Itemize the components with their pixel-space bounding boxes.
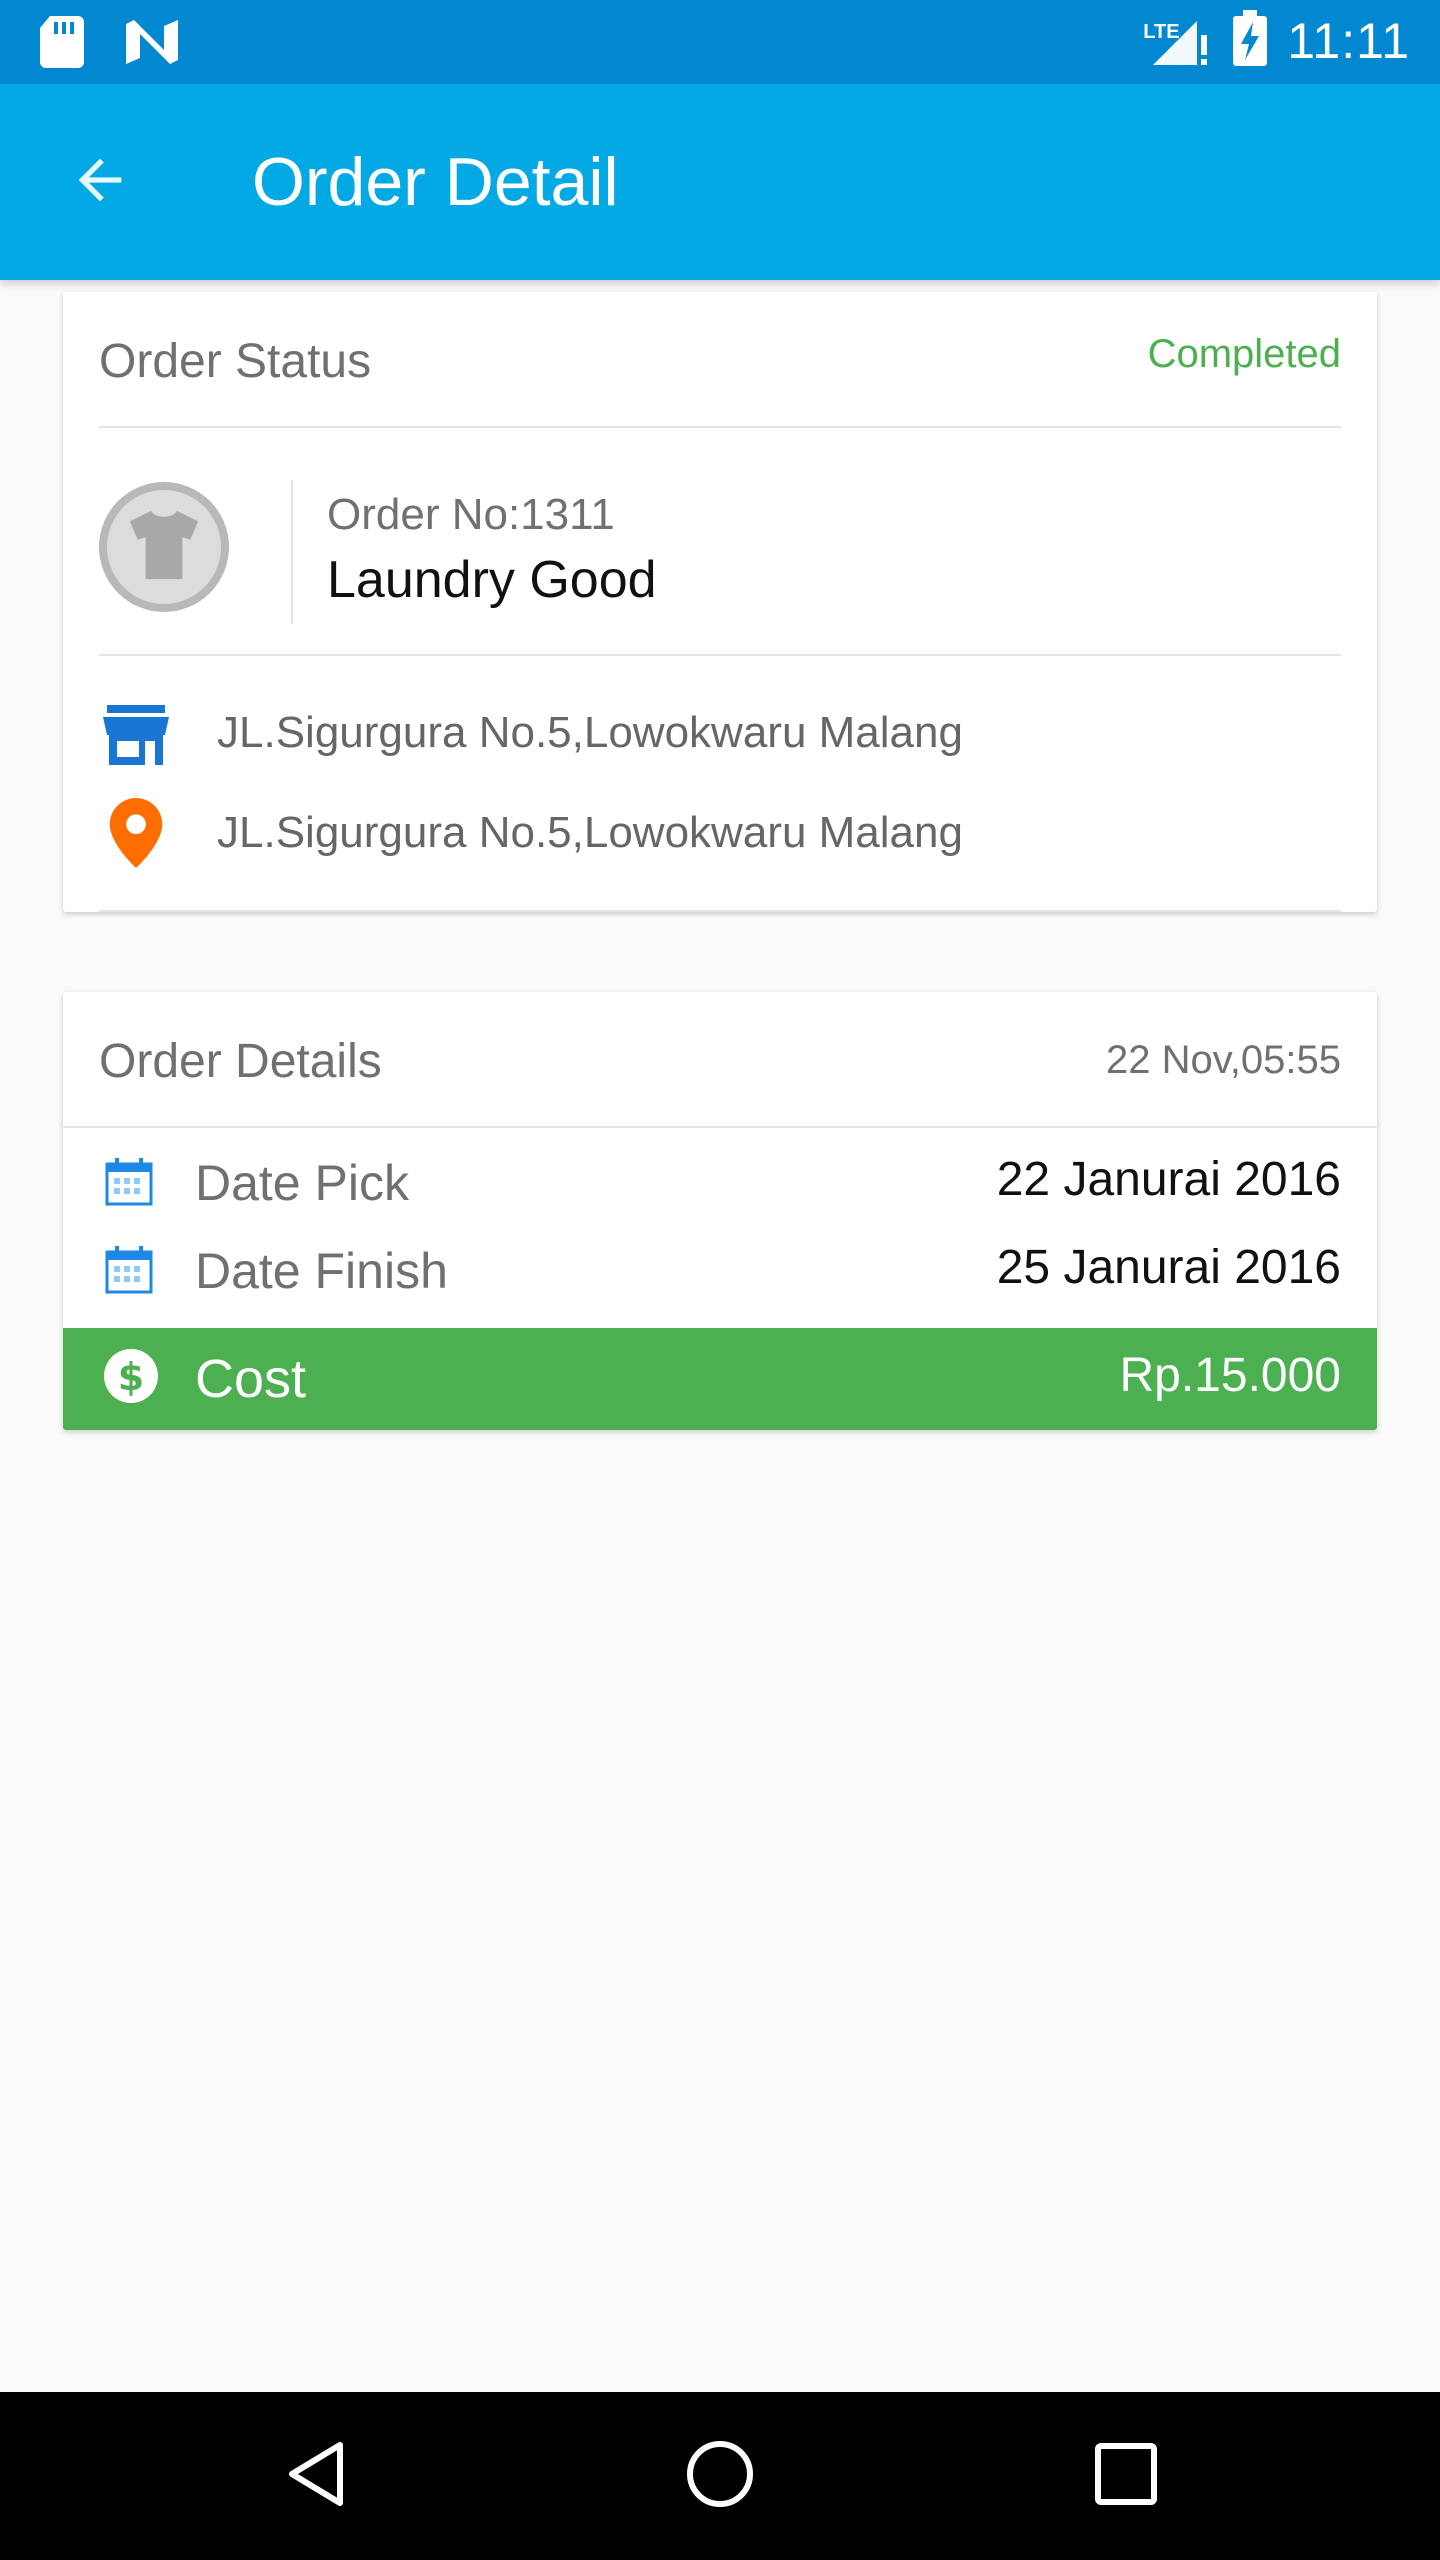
dollar-circle-icon: $ <box>103 1348 159 1404</box>
t-shirt-icon <box>122 503 206 592</box>
location-pin-icon <box>103 798 169 868</box>
divider <box>99 910 1341 912</box>
nav-home-button[interactable] <box>678 2434 762 2518</box>
nav-back-icon <box>284 2439 348 2514</box>
date-finish-label: Date Finish <box>195 1243 448 1299</box>
order-details-card: Order Details 22 Nov,05:55 Date Pick 22 … <box>63 992 1377 1430</box>
nav-back-button[interactable] <box>274 2434 358 2518</box>
store-icon <box>103 702 169 768</box>
page-title: Order Detail <box>252 144 619 220</box>
clock: 11:11 <box>1287 12 1410 69</box>
date-pick-value: 22 Janurai 2016 <box>996 1153 1341 1206</box>
order-status-label: Order Status <box>99 335 372 388</box>
status-badge: Completed <box>1147 332 1341 376</box>
n-logo-icon <box>124 20 180 69</box>
divider <box>63 1126 1377 1128</box>
sd-card-icon <box>40 16 84 73</box>
avatar-separator <box>291 480 293 624</box>
svg-text:$: $ <box>118 1355 144 1399</box>
calendar-icon <box>105 1158 153 1206</box>
shop-address: JL.Sigurgura No.5,Lowokwaru Malang <box>217 708 963 757</box>
order-details-label: Order Details <box>99 1035 382 1088</box>
nav-home-icon <box>685 2439 755 2514</box>
nav-recents-button[interactable] <box>1084 2434 1168 2518</box>
divider <box>99 426 1341 428</box>
calendar-icon <box>105 1246 153 1294</box>
back-button[interactable] <box>60 142 140 222</box>
app-bar: Order Detail <box>0 84 1440 280</box>
cost-bar: $ Cost Rp.15.000 <box>63 1328 1377 1430</box>
cost-value: Rp.15.000 <box>1119 1349 1341 1402</box>
order-date: 22 Nov,05:55 <box>1106 1038 1341 1082</box>
battery-icon <box>1233 10 1268 71</box>
date-finish-value: 25 Janurai 2016 <box>996 1241 1341 1294</box>
signal-icon: LTE <box>1143 13 1213 69</box>
order-number: Order No:1311 <box>327 490 615 539</box>
navigation-bar <box>0 2392 1440 2560</box>
arrow-back-icon <box>68 148 132 217</box>
delivery-address: JL.Sigurgura No.5,Lowokwaru Malang <box>217 808 963 857</box>
cost-label: Cost <box>195 1349 307 1409</box>
avatar <box>99 482 229 612</box>
date-pick-label: Date Pick <box>195 1155 409 1211</box>
status-bar: LTE 11:11 <box>0 0 1440 84</box>
order-status-card: Order Status Completed Order No:1311 Lau… <box>63 292 1377 912</box>
nav-recents-icon <box>1095 2442 1157 2510</box>
divider <box>99 654 1341 656</box>
order-item-name: Laundry Good <box>327 551 657 609</box>
